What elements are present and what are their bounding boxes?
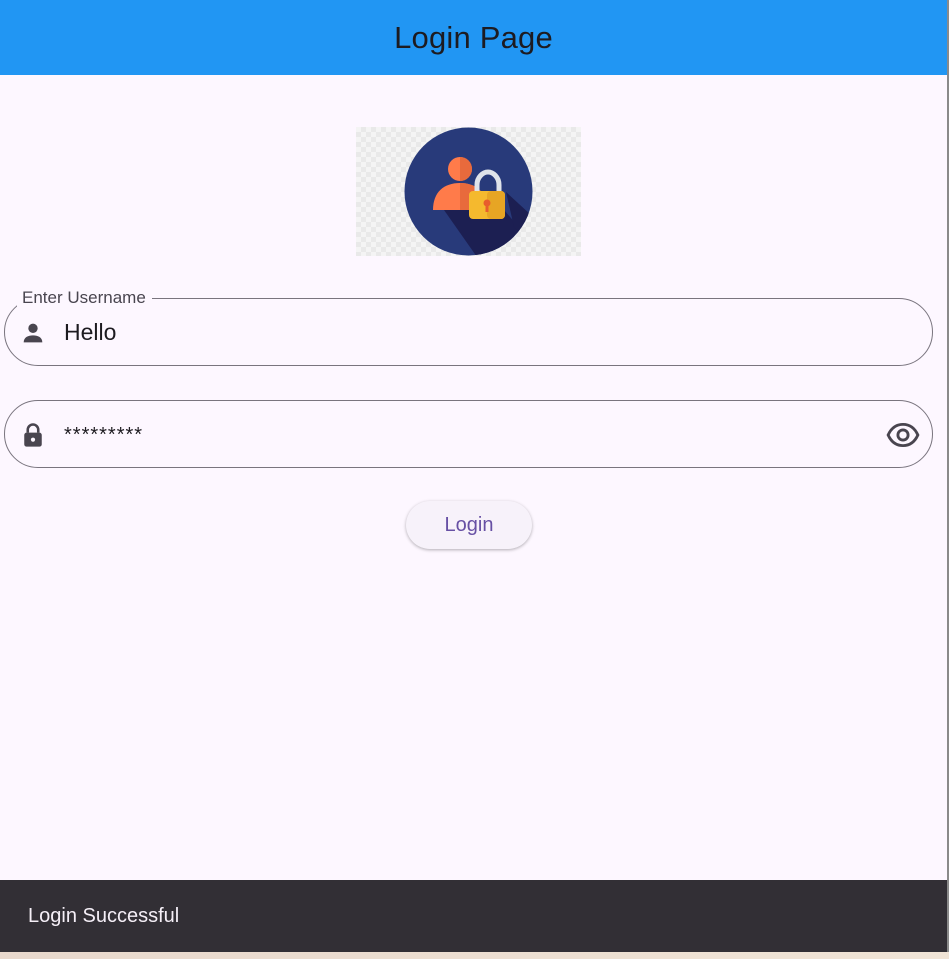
snackbar: Login Successful <box>0 880 947 952</box>
logo-image <box>356 127 581 256</box>
eye-icon[interactable] <box>886 418 920 452</box>
password-input[interactable]: ********* <box>64 401 864 467</box>
username-field[interactable]: Enter Username <box>4 288 933 366</box>
app-window: Login Page Enter Username Hello ********… <box>0 0 949 952</box>
password-field[interactable]: ********* <box>4 400 933 468</box>
page-title: Login Page <box>394 19 553 55</box>
person-icon <box>23 323 43 343</box>
login-button[interactable]: Login <box>406 501 532 549</box>
snackbar-message: Login Successful <box>28 904 180 927</box>
app-bar: Login Page <box>0 0 947 75</box>
lock-icon <box>24 423 42 447</box>
username-input[interactable] <box>64 299 864 365</box>
user-lock-icon <box>404 127 533 256</box>
desktop-background-strip <box>0 952 949 959</box>
